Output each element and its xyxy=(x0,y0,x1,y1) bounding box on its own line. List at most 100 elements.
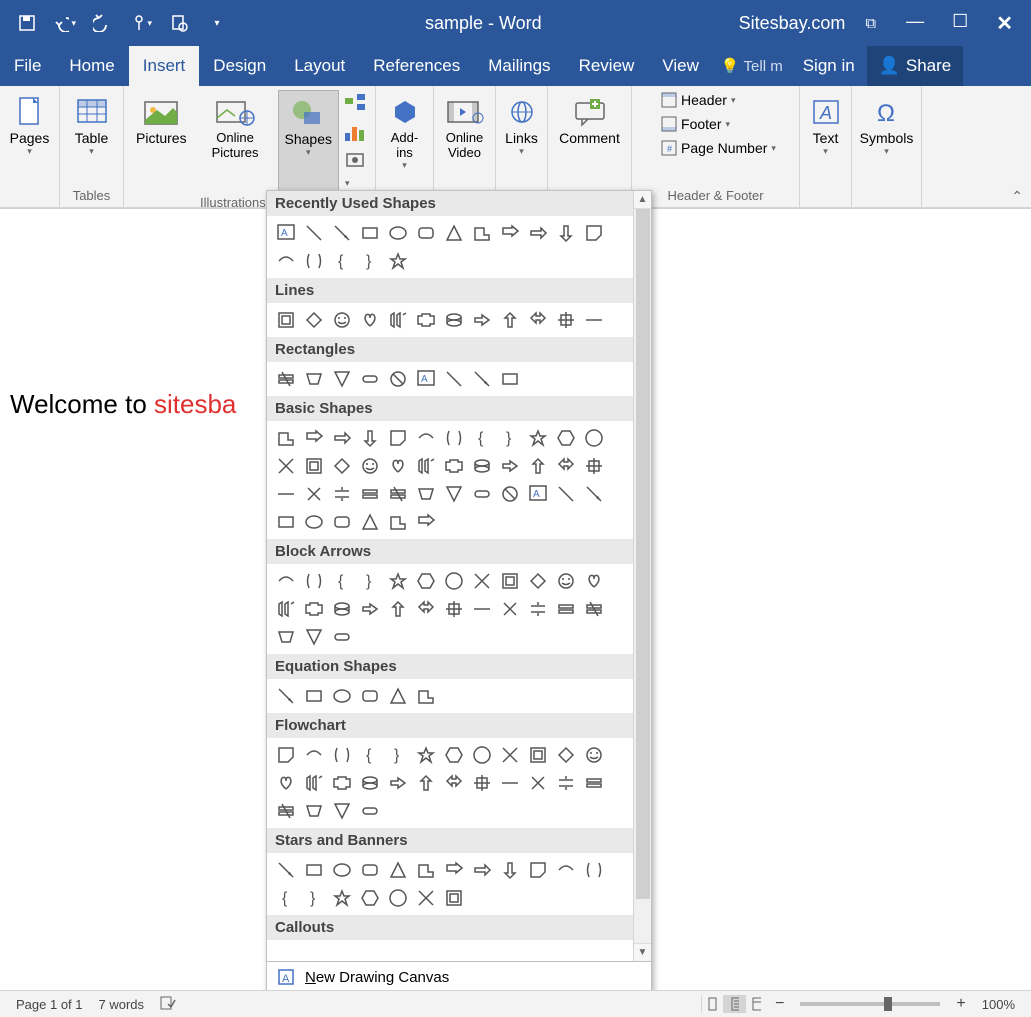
shape-item[interactable] xyxy=(331,368,353,390)
shape-item[interactable] xyxy=(359,685,381,707)
shape-item[interactable] xyxy=(471,309,493,331)
shape-item[interactable] xyxy=(471,598,493,620)
shape-item[interactable] xyxy=(359,483,381,505)
shape-item[interactable]: } xyxy=(303,887,325,909)
shape-item[interactable] xyxy=(555,455,577,477)
shape-item[interactable] xyxy=(331,859,353,881)
menu-insert[interactable]: Insert xyxy=(129,46,200,86)
shape-item[interactable] xyxy=(499,483,521,505)
menu-review[interactable]: Review xyxy=(565,46,649,86)
shape-item[interactable] xyxy=(303,368,325,390)
shape-item[interactable]: A xyxy=(527,483,549,505)
online-video-button[interactable]: Online Video xyxy=(438,90,492,164)
shape-item[interactable] xyxy=(303,800,325,822)
shape-item[interactable] xyxy=(471,570,493,592)
shape-item[interactable]: A xyxy=(415,368,437,390)
shape-item[interactable]: { xyxy=(331,570,353,592)
zoom-thumb[interactable] xyxy=(884,997,892,1011)
shape-item[interactable] xyxy=(555,859,577,881)
shape-item[interactable] xyxy=(583,455,605,477)
shape-item[interactable] xyxy=(387,222,409,244)
shape-item[interactable] xyxy=(555,222,577,244)
scroll-up-icon[interactable]: ▲ xyxy=(634,191,651,209)
shape-item[interactable] xyxy=(415,483,437,505)
redo-icon[interactable] xyxy=(92,12,114,34)
menu-references[interactable]: References xyxy=(359,46,474,86)
shape-item[interactable] xyxy=(303,859,325,881)
shape-item[interactable] xyxy=(275,772,297,794)
shape-item[interactable] xyxy=(499,570,521,592)
shape-item[interactable] xyxy=(499,859,521,881)
shape-item[interactable] xyxy=(275,685,297,707)
shape-item[interactable] xyxy=(415,859,437,881)
shape-item[interactable] xyxy=(303,744,325,766)
shape-item[interactable] xyxy=(527,598,549,620)
print-layout-icon[interactable] xyxy=(723,995,745,1013)
menu-mailings[interactable]: Mailings xyxy=(474,46,564,86)
shape-item[interactable] xyxy=(443,222,465,244)
shape-item[interactable] xyxy=(387,455,409,477)
shape-item[interactable] xyxy=(443,368,465,390)
shape-item[interactable] xyxy=(583,570,605,592)
shape-item[interactable] xyxy=(443,455,465,477)
shape-item[interactable] xyxy=(359,222,381,244)
shape-item[interactable] xyxy=(303,309,325,331)
qat-customize-icon[interactable]: ▾ xyxy=(206,12,228,34)
shape-item[interactable] xyxy=(387,685,409,707)
shape-item[interactable] xyxy=(471,222,493,244)
shape-item[interactable] xyxy=(471,859,493,881)
shape-item[interactable] xyxy=(527,859,549,881)
shape-item[interactable] xyxy=(331,887,353,909)
shape-item[interactable] xyxy=(303,455,325,477)
spell-check-icon[interactable] xyxy=(152,996,184,1013)
shape-item[interactable] xyxy=(499,744,521,766)
shape-item[interactable] xyxy=(443,570,465,592)
shape-item[interactable] xyxy=(303,685,325,707)
shape-item[interactable] xyxy=(471,455,493,477)
symbols-button[interactable]: Ω Symbols▾ xyxy=(854,90,920,161)
shape-item[interactable] xyxy=(275,483,297,505)
shape-item[interactable] xyxy=(359,455,381,477)
chart-icon[interactable] xyxy=(345,123,365,146)
new-drawing-canvas[interactable]: A New Drawing Canvas xyxy=(267,961,651,992)
zoom-slider[interactable] xyxy=(800,1002,940,1006)
shape-item[interactable] xyxy=(415,598,437,620)
touch-mode-icon[interactable]: ▾ xyxy=(130,12,152,34)
shape-item[interactable] xyxy=(527,309,549,331)
shape-item[interactable] xyxy=(359,427,381,449)
shape-item[interactable] xyxy=(555,744,577,766)
menu-view[interactable]: View xyxy=(648,46,713,86)
shape-item[interactable] xyxy=(303,598,325,620)
shape-item[interactable] xyxy=(331,598,353,620)
shape-item[interactable] xyxy=(443,598,465,620)
shape-item[interactable] xyxy=(415,455,437,477)
shape-item[interactable] xyxy=(331,772,353,794)
shape-item[interactable] xyxy=(499,222,521,244)
shape-item[interactable] xyxy=(583,309,605,331)
shape-item[interactable] xyxy=(443,859,465,881)
save-icon[interactable] xyxy=(16,12,38,34)
shape-item[interactable] xyxy=(387,368,409,390)
pages-button[interactable]: Pages▾ xyxy=(3,90,57,161)
print-preview-icon[interactable] xyxy=(168,12,190,34)
shape-item[interactable]: } xyxy=(387,744,409,766)
menu-file[interactable]: File xyxy=(0,46,55,86)
shape-item[interactable] xyxy=(387,570,409,592)
table-button[interactable]: Table▾ xyxy=(65,90,119,161)
shape-item[interactable] xyxy=(415,772,437,794)
shape-item[interactable] xyxy=(583,222,605,244)
shape-item[interactable] xyxy=(415,887,437,909)
shape-item[interactable] xyxy=(387,250,409,272)
tell-me[interactable]: 💡Tell m xyxy=(713,57,791,75)
minimize-button[interactable]: — xyxy=(906,11,924,36)
shape-item[interactable] xyxy=(583,427,605,449)
shape-item[interactable] xyxy=(331,685,353,707)
shape-item[interactable] xyxy=(331,427,353,449)
shape-item[interactable] xyxy=(555,309,577,331)
shape-item[interactable] xyxy=(527,455,549,477)
scroll-down-icon[interactable]: ▼ xyxy=(634,943,651,961)
shape-item[interactable] xyxy=(303,483,325,505)
shape-item[interactable] xyxy=(583,598,605,620)
shape-item[interactable] xyxy=(415,744,437,766)
shape-item[interactable] xyxy=(527,427,549,449)
